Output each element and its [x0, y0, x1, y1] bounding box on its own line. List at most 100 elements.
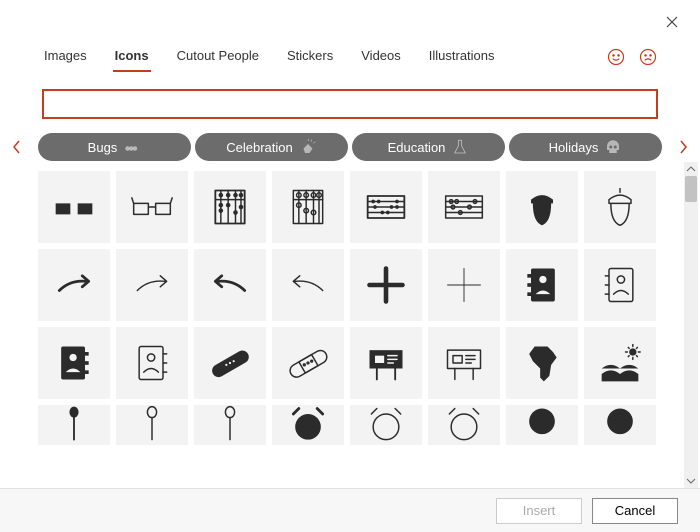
- icon-tile[interactable]: [38, 171, 110, 243]
- arrow-curve-left-icon: [286, 263, 330, 307]
- smile-icon: [606, 47, 626, 67]
- blob-icon: [520, 405, 564, 445]
- icon-tile[interactable]: [272, 405, 344, 445]
- icon-tile[interactable]: [350, 405, 422, 445]
- billboard-icon: [364, 341, 408, 385]
- close-icon: [666, 16, 678, 28]
- icon-tile[interactable]: [584, 405, 656, 445]
- alarm-clock-icon: [364, 405, 408, 445]
- scrollbar-thumb[interactable]: [685, 176, 697, 202]
- scroll-down-icon: [686, 476, 696, 486]
- frown-icon: [638, 47, 658, 67]
- icon-tile[interactable]: [272, 327, 344, 399]
- icon-tile[interactable]: [506, 327, 578, 399]
- bandage-icon: [208, 341, 252, 385]
- icon-tile[interactable]: [506, 249, 578, 321]
- chevron-left-icon: [13, 140, 21, 154]
- acorn-icon: [520, 185, 564, 229]
- category-label: Celebration: [226, 140, 293, 155]
- address-book-icon: [52, 341, 96, 385]
- icon-tile[interactable]: [350, 249, 422, 321]
- arrow-curve-right-icon: [130, 263, 174, 307]
- abacus-horizontal-icon: [442, 185, 486, 229]
- africa-icon: [520, 341, 564, 385]
- icon-tile[interactable]: [116, 171, 188, 243]
- glasses-3d-icon: [130, 185, 174, 229]
- agriculture-icon: [598, 341, 642, 385]
- pin-icon: [208, 405, 252, 445]
- icon-tile[interactable]: [350, 171, 422, 243]
- icon-tile[interactable]: [194, 249, 266, 321]
- icon-tile[interactable]: [38, 249, 110, 321]
- icon-tile[interactable]: [194, 171, 266, 243]
- category-label: Bugs: [88, 140, 118, 155]
- address-book-icon: [130, 341, 174, 385]
- icon-tile[interactable]: [194, 327, 266, 399]
- address-book-icon: [598, 263, 642, 307]
- abacus-icon: [208, 185, 252, 229]
- category-strip: Bugs Celebration Education Holidays: [30, 133, 670, 161]
- grid-scrollbar[interactable]: [684, 162, 698, 488]
- insert-button[interactable]: Insert: [496, 498, 582, 524]
- plus-icon: [442, 263, 486, 307]
- icon-tile[interactable]: [194, 405, 266, 445]
- icon-tile[interactable]: [506, 171, 578, 243]
- bandage-icon: [286, 341, 330, 385]
- alarm-clock-icon: [286, 405, 330, 445]
- tab-images[interactable]: Images: [42, 42, 89, 71]
- icon-tile[interactable]: [272, 249, 344, 321]
- feedback-sad-button[interactable]: [638, 47, 658, 67]
- icon-tile[interactable]: [116, 405, 188, 445]
- icon-tile[interactable]: [350, 327, 422, 399]
- category-education[interactable]: Education: [352, 133, 505, 161]
- categories-next-button[interactable]: [672, 140, 694, 154]
- search-input[interactable]: [42, 89, 658, 119]
- tab-illustrations[interactable]: Illustrations: [427, 42, 497, 71]
- icon-tile[interactable]: [116, 249, 188, 321]
- category-label: Education: [388, 140, 446, 155]
- icon-tile[interactable]: [428, 171, 500, 243]
- plus-icon: [364, 263, 408, 307]
- icon-tile[interactable]: [428, 327, 500, 399]
- blob-icon: [598, 405, 642, 445]
- chevron-right-icon: [679, 140, 687, 154]
- media-tabs: Images Icons Cutout People Stickers Vide…: [42, 42, 606, 71]
- feedback-happy-button[interactable]: [606, 47, 626, 67]
- icon-tile[interactable]: [38, 405, 110, 445]
- icon-tile[interactable]: [428, 249, 500, 321]
- category-celebration[interactable]: Celebration: [195, 133, 348, 161]
- tab-icons[interactable]: Icons: [113, 42, 151, 71]
- category-label: Holidays: [549, 140, 599, 155]
- icon-tile[interactable]: [584, 171, 656, 243]
- category-holidays[interactable]: Holidays: [509, 133, 662, 161]
- category-bugs[interactable]: Bugs: [38, 133, 191, 161]
- flask-icon: [451, 138, 469, 156]
- tab-stickers[interactable]: Stickers: [285, 42, 335, 71]
- arrow-curve-left-icon: [208, 263, 252, 307]
- icon-tile[interactable]: [272, 171, 344, 243]
- alarm-clock-icon: [442, 405, 486, 445]
- icon-tile[interactable]: [584, 249, 656, 321]
- icon-tile[interactable]: [506, 405, 578, 445]
- icon-tile[interactable]: [38, 327, 110, 399]
- clap-icon: [299, 138, 317, 156]
- icon-tile[interactable]: [428, 405, 500, 445]
- cancel-button[interactable]: Cancel: [592, 498, 678, 524]
- address-book-icon: [520, 263, 564, 307]
- skull-icon: [604, 138, 622, 156]
- icon-tile[interactable]: [584, 327, 656, 399]
- icon-tile[interactable]: [116, 327, 188, 399]
- arrow-curve-right-icon: [52, 263, 96, 307]
- caterpillar-icon: [123, 138, 141, 156]
- abacus-icon: [286, 185, 330, 229]
- pin-icon: [52, 405, 96, 445]
- categories-prev-button[interactable]: [6, 140, 28, 154]
- close-button[interactable]: [654, 8, 690, 36]
- acorn-icon: [598, 185, 642, 229]
- tab-videos[interactable]: Videos: [359, 42, 403, 71]
- tab-cutout-people[interactable]: Cutout People: [175, 42, 261, 71]
- abacus-horizontal-icon: [364, 185, 408, 229]
- scroll-up-icon: [686, 164, 696, 174]
- glasses-3d-icon: [52, 185, 96, 229]
- billboard-icon: [442, 341, 486, 385]
